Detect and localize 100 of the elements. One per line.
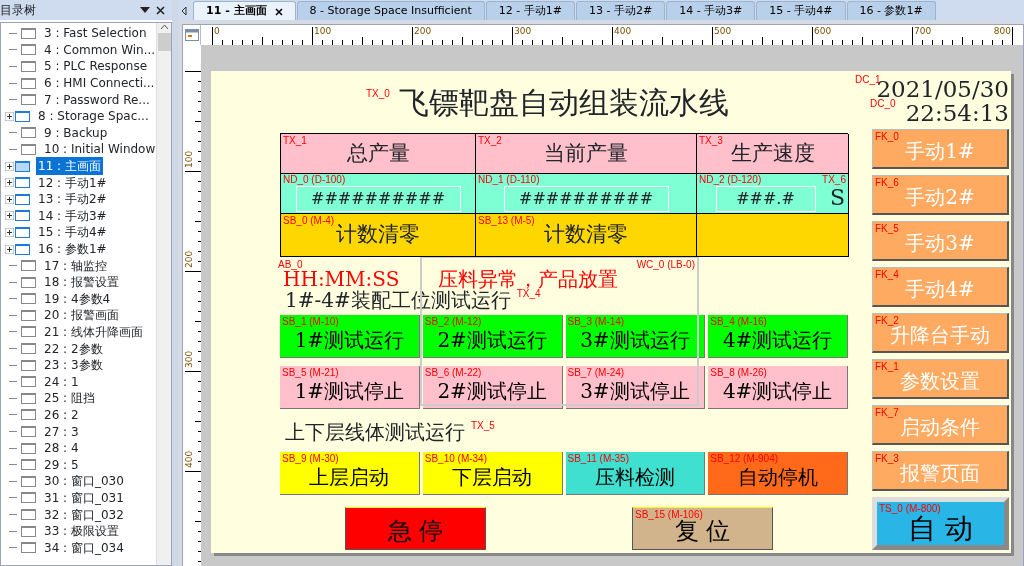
tree-item[interactable]: 26 : 2 [42,405,81,424]
object-id-tag: FK_4 [875,270,899,280]
expand-icon[interactable] [5,161,14,171]
control-button[interactable]: SB_8 (M-26) 4#测试停止 [708,366,848,409]
tree-item[interactable]: 7 : Password Re... [42,90,152,109]
panel-title: 目录树 [0,2,37,19]
expand-icon[interactable] [5,194,14,204]
object-id-tag: SB_5 (M-21) [282,368,339,378]
object-id-tag: FK_5 [875,224,899,234]
auto-button[interactable]: TS_0 (M-800) 自 动 [872,497,1009,550]
control-button[interactable]: SB_9 (M-30) 上层启动 [280,452,420,495]
control-button[interactable]: SB_11 (M-35) 压料检测 [565,452,706,495]
object-id-tag: SB_11 (M-35) [567,454,629,464]
control-button[interactable]: SB_6 (M-22) 2#测试停止 [422,366,563,409]
object-id-tag: SB_13 (M-5) [478,216,535,226]
control-button[interactable]: SB_3 (M-14) 3#测试运行 [565,315,706,358]
expand-icon[interactable] [5,178,14,188]
object-id-tag: SB_1 (M-10) [282,317,339,327]
object-id-tag: FK_6 [875,178,899,188]
tab[interactable]: 13 - 手动2# [575,1,666,20]
control-button[interactable]: SB_4 (M-16) 4#测试运行 [708,315,848,358]
object-id-tag: SB_4 (M-16) [710,317,767,327]
object-id-tag: TS_0 (M-800) [879,504,941,514]
tree-item[interactable]: 30 : 窗口_030 [42,472,126,491]
control-button[interactable]: SB_2 (M-12) 2#测试运行 [422,315,563,358]
tree-item[interactable]: 27 : 3 [42,422,81,441]
control-button[interactable]: SB_10 (M-34) 下层启动 [422,452,563,495]
tree-item[interactable]: 23 : 3参数 [42,356,105,375]
tree-item[interactable]: 16 : 参数1# [36,240,109,258]
object-id-tag: ND_2 (D-120) [699,175,762,185]
control-button[interactable]: SB_15 (M-106) 复 位 [632,507,773,550]
control-button[interactable]: SB_7 (M-24) 3#测试停止 [565,366,706,409]
tree-item[interactable]: 8 : Storage Spac... [36,107,151,126]
object-id-tag: TX_4 [516,289,541,299]
tree-item[interactable]: 34 : 窗口_034 [42,538,126,557]
tree-item[interactable]: 29 : 5 [42,455,81,474]
clock-display: HH:MM:SS [283,269,401,289]
tree-item[interactable]: 13 : 手动2# [36,190,109,209]
close-icon[interactable] [274,7,283,16]
ruler-label: 200 [184,250,194,268]
control-button[interactable]: 急 停 [345,507,486,550]
tree-item[interactable]: 22 : 2参数 [42,339,105,358]
tree-item[interactable]: 10 : Initial Window [42,140,156,159]
object-id-tag: TX_1 [283,136,307,146]
tree-item[interactable]: 3 : Fast Selection [42,24,149,43]
scroll-up-icon[interactable] [159,23,169,31]
tree-item[interactable]: 25 : 阻挡 [42,389,97,408]
control-button[interactable]: SB_12 (M-904) 自动停机 [708,452,848,495]
object-id-tag: TX_0 [366,89,390,99]
object-id-tag: FK_7 [875,408,899,418]
tab[interactable]: 8 - Storage Space Insufficient [296,1,485,20]
tab[interactable]: 14 - 手动3# [666,1,756,20]
control-button[interactable]: SB_5 (M-21) 1#测试停止 [280,366,420,409]
tree-item[interactable]: 6 : HMI Connecti... [42,74,156,93]
ruler-label: 600 [814,26,832,36]
scrollbar-thumb[interactable] [157,33,171,51]
tree-item[interactable]: 15 : 手动4# [36,223,109,242]
tree-item[interactable]: 14 : 手动3# [36,206,109,225]
close-icon[interactable] [153,4,168,16]
tree-item[interactable]: 17 : 轴监控 [42,256,109,275]
tree-item[interactable]: 4 : Common Win... [42,40,156,59]
tree-item[interactable]: 9 : Backup [42,123,110,142]
object-id-tag: DC_0 [870,99,896,109]
tab[interactable]: 12 - 手动1# [485,1,575,20]
scrollbar[interactable] [156,23,171,565]
expand-icon[interactable] [5,111,14,121]
tree-item[interactable]: 32 : 窗口_032 [42,505,126,524]
clear-count-button[interactable]: SB_13 (M-5) 计数清零 [476,214,697,257]
tab[interactable]: 15 - 手动4# [756,1,846,20]
ruler-label: 500 [714,26,732,36]
tree-item[interactable]: 12 : 手动1# [36,173,109,192]
ruler-label: 400 [184,450,194,468]
ruler-label: 700 [914,26,932,36]
numeric-display: ########## [503,186,669,212]
object-id-tag: FK_2 [875,316,899,326]
tree-item[interactable]: 28 : 4 [42,439,81,458]
tree-item[interactable]: 19 : 4参数4 [42,289,113,308]
tree-item[interactable]: 20 : 报警画面 [42,306,121,325]
ruler-label: 100 [184,150,194,168]
tab[interactable]: 11 - 主画面 [193,1,296,20]
tree-item[interactable]: 5 : PLC Response [42,57,150,76]
tree-item[interactable]: 11 : 主画面 [36,157,103,176]
object-id-tag: SB_15 (M-106) [635,510,703,520]
expand-icon[interactable] [5,244,14,254]
tree-item[interactable]: 33 : 极限设置 [42,522,121,541]
tree-item[interactable]: 24 : 1 [42,372,81,391]
tree-item[interactable]: 18 : 报警设置 [42,273,121,292]
unit-label: S [829,187,845,209]
control-button[interactable]: SB_1 (M-10) 1#测试运行 [280,315,420,358]
time-display: 22:54:13 [905,100,1009,126]
object-id-tag: TX_2 [478,136,502,146]
expand-icon[interactable] [5,227,14,237]
tree-item[interactable]: 21 : 线体升降画面 [42,323,145,341]
tab[interactable]: 16 - 参数1# [846,1,936,20]
object-id-tag: ND_1 (D-110) [478,175,540,185]
ruler-label: 200 [414,26,432,36]
object-id-tag: SB_8 (M-26) [710,368,767,378]
expand-icon[interactable] [5,211,14,221]
window-icon[interactable] [184,29,199,41]
tree-item[interactable]: 31 : 窗口_031 [42,488,126,507]
